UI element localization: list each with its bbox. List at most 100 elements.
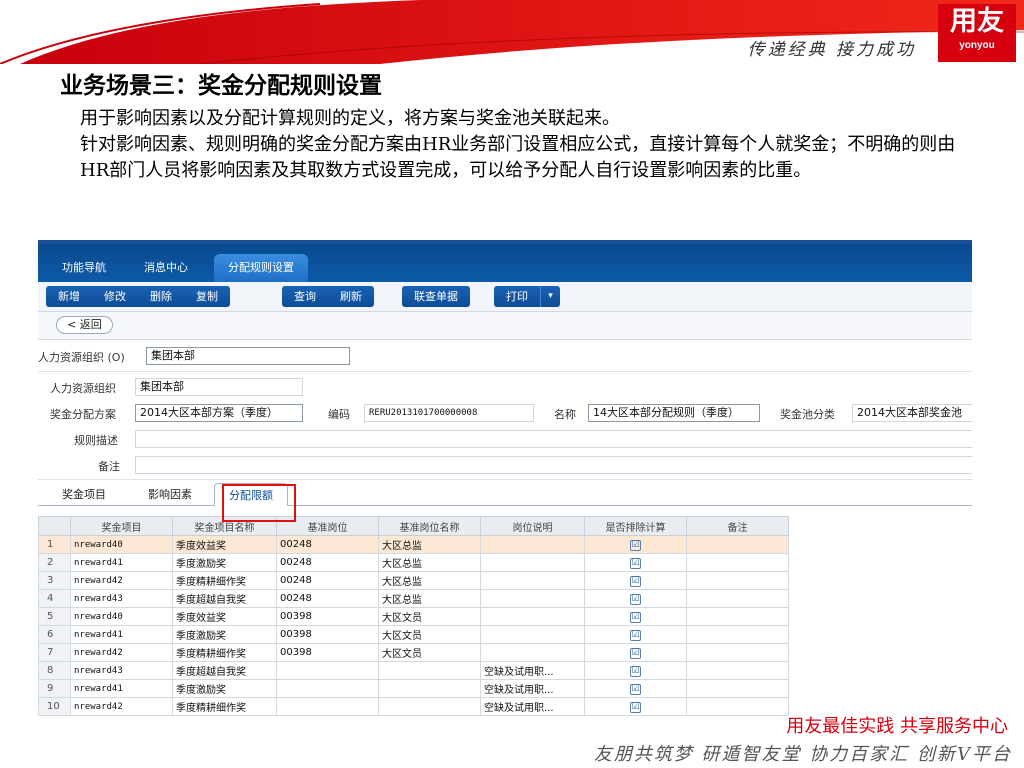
grid-cell-desc[interactable] — [480, 643, 585, 662]
grid-cell-post[interactable]: 00398 — [276, 607, 379, 626]
table-row[interactable]: 8 nreward43 季度超越自我奖 空缺及试用职... ☑ — [38, 661, 789, 680]
checkbox-checked-icon[interactable]: ☑ — [630, 665, 641, 677]
exclude-cell[interactable]: ☑ — [584, 643, 687, 662]
grid-cell-remark[interactable] — [686, 661, 789, 680]
grid-cell-post-name[interactable]: 大区文员 — [378, 607, 481, 626]
copy-button[interactable]: 复制 — [184, 286, 230, 307]
grid-cell-remark[interactable] — [686, 589, 789, 608]
checkbox-checked-icon[interactable]: ☑ — [630, 557, 641, 569]
grid-cell-remark[interactable] — [686, 607, 789, 626]
refresh-button[interactable]: 刷新 — [328, 286, 374, 307]
grid-cell-post[interactable]: 00248 — [276, 571, 379, 590]
print-button[interactable]: 打印 — [494, 286, 540, 307]
remark-field[interactable] — [135, 456, 972, 474]
chevron-down-icon[interactable]: ▾ — [540, 286, 560, 307]
grid-cell-post[interactable]: 00398 — [276, 625, 379, 644]
grid-cell-name[interactable]: 季度精耕细作奖 — [172, 571, 277, 590]
grid-cell-remark[interactable] — [686, 643, 789, 662]
desc-field[interactable] — [135, 430, 972, 448]
table-row[interactable]: 7 nreward42 季度精耕细作奖 00398 大区文员 ☑ — [38, 643, 789, 662]
name-field[interactable]: 14大区本部分配规则（季度） — [588, 404, 760, 422]
grid-cell-name[interactable]: 季度超越自我奖 — [172, 589, 277, 608]
grid-cell-name[interactable]: 季度激励奖 — [172, 553, 277, 572]
grid-header-cell[interactable]: 岗位说明 — [480, 516, 585, 536]
grid-cell-desc[interactable] — [480, 553, 585, 572]
grid-cell-desc[interactable] — [480, 607, 585, 626]
grid-cell-item[interactable]: nreward43 — [70, 589, 173, 608]
checkbox-checked-icon[interactable]: ☑ — [630, 683, 641, 695]
add-button[interactable]: 新增 — [46, 286, 92, 307]
exclude-cell[interactable]: ☑ — [584, 553, 687, 572]
subtab-bonus-items[interactable]: 奖金项目 — [62, 486, 106, 502]
grid-cell-post-name[interactable]: 大区总监 — [378, 571, 481, 590]
table-row[interactable]: 2 nreward41 季度激励奖 00248 大区总监 ☑ — [38, 553, 789, 572]
grid-cell-name[interactable]: 季度效益奖 — [172, 607, 277, 626]
org-field[interactable]: 集团本部 — [135, 378, 303, 396]
table-row[interactable]: 3 nreward42 季度精耕细作奖 00248 大区总监 ☑ — [38, 571, 789, 590]
grid-cell-post-name[interactable]: 大区总监 — [378, 589, 481, 608]
grid-cell-remark[interactable] — [686, 697, 789, 716]
query-button[interactable]: 查询 — [282, 286, 328, 307]
exclude-cell[interactable]: ☑ — [584, 625, 687, 644]
table-row[interactable]: 6 nreward41 季度激励奖 00398 大区文员 ☑ — [38, 625, 789, 644]
grid-cell-item[interactable]: nreward43 — [70, 661, 173, 680]
tab-function-nav[interactable]: 功能导航 — [48, 254, 120, 282]
grid-cell-item[interactable]: nreward42 — [70, 571, 173, 590]
subtab-factors[interactable]: 影响因素 — [148, 486, 192, 502]
grid-cell-post-name[interactable]: 大区总监 — [378, 535, 481, 554]
grid-cell-item[interactable]: nreward40 — [70, 607, 173, 626]
linked-query-button[interactable]: 联查单据 — [402, 286, 470, 307]
grid-cell-name[interactable]: 季度效益奖 — [172, 535, 277, 554]
grid-cell-remark[interactable] — [686, 625, 789, 644]
grid-cell-item[interactable]: nreward41 — [70, 679, 173, 698]
code-field[interactable]: RERU2013101700000008 — [364, 404, 534, 422]
table-row[interactable]: 9 nreward41 季度激励奖 空缺及试用职... ☑ — [38, 679, 789, 698]
grid-cell-desc[interactable] — [480, 589, 585, 608]
checkbox-checked-icon[interactable]: ☑ — [630, 647, 641, 659]
grid-cell-post-name[interactable] — [378, 679, 481, 698]
grid-cell-remark[interactable] — [686, 571, 789, 590]
grid-cell-remark[interactable] — [686, 535, 789, 554]
delete-button[interactable]: 删除 — [138, 286, 184, 307]
grid-cell-remark[interactable] — [686, 553, 789, 572]
edit-button[interactable]: 修改 — [92, 286, 138, 307]
grid-cell-desc[interactable]: 空缺及试用职... — [480, 697, 585, 716]
grid-cell-desc[interactable] — [480, 571, 585, 590]
grid-cell-item[interactable]: nreward40 — [70, 535, 173, 554]
grid-header-cell[interactable]: 基准岗位名称 — [378, 516, 481, 536]
grid-header-cell[interactable]: 备注 — [686, 516, 789, 536]
grid-cell-desc[interactable]: 空缺及试用职... — [480, 679, 585, 698]
grid-cell-desc[interactable] — [480, 625, 585, 644]
exclude-cell[interactable]: ☑ — [584, 571, 687, 590]
table-row[interactable]: 10 nreward42 季度精耕细作奖 空缺及试用职... ☑ — [38, 697, 789, 716]
grid-cell-remark[interactable] — [686, 679, 789, 698]
grid-cell-desc[interactable] — [480, 535, 585, 554]
exclude-cell[interactable]: ☑ — [584, 679, 687, 698]
grid-cell-post[interactable] — [276, 661, 379, 680]
checkbox-checked-icon[interactable]: ☑ — [630, 701, 641, 713]
grid-cell-name[interactable]: 季度精耕细作奖 — [172, 643, 277, 662]
grid-cell-post[interactable] — [276, 697, 379, 716]
grid-cell-post[interactable] — [276, 679, 379, 698]
table-row[interactable]: 1 nreward40 季度效益奖 00248 大区总监 ☑ — [38, 535, 789, 554]
grid-cell-post-name[interactable] — [378, 661, 481, 680]
checkbox-checked-icon[interactable]: ☑ — [630, 611, 641, 623]
pool-field[interactable]: 2014大区本部奖金池 — [852, 404, 972, 422]
grid-cell-item[interactable]: nreward42 — [70, 643, 173, 662]
org-filter-field[interactable]: 集团本部 — [146, 347, 350, 365]
exclude-cell[interactable]: ☑ — [584, 589, 687, 608]
grid-cell-item[interactable]: nreward41 — [70, 625, 173, 644]
table-row[interactable]: 5 nreward40 季度效益奖 00398 大区文员 ☑ — [38, 607, 789, 626]
grid-header-cell[interactable]: 是否排除计算 — [584, 516, 687, 536]
grid-cell-post-name[interactable]: 大区总监 — [378, 553, 481, 572]
grid-cell-desc[interactable]: 空缺及试用职... — [480, 661, 585, 680]
exclude-cell[interactable]: ☑ — [584, 661, 687, 680]
exclude-cell[interactable]: ☑ — [584, 535, 687, 554]
grid-cell-name[interactable]: 季度超越自我奖 — [172, 661, 277, 680]
grid-cell-post-name[interactable]: 大区文员 — [378, 625, 481, 644]
grid-header-cell[interactable]: 奖金项目 — [70, 516, 173, 536]
grid-cell-post[interactable]: 00248 — [276, 535, 379, 554]
grid-cell-post[interactable]: 00248 — [276, 553, 379, 572]
back-button[interactable]: < 返回 — [56, 316, 113, 334]
tab-rule-settings[interactable]: 分配规则设置 — [214, 254, 308, 282]
